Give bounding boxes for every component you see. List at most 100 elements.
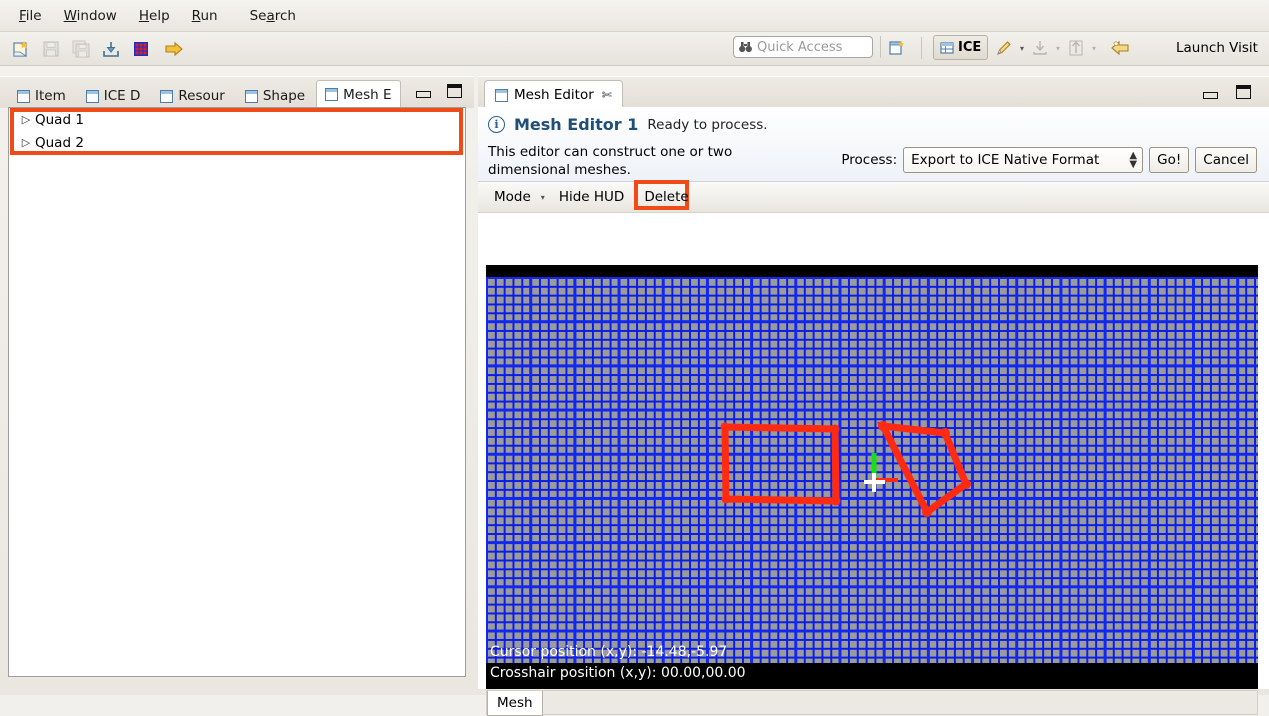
- chevron-down-icon[interactable]: ▾: [537, 193, 553, 202]
- back-arrow-icon[interactable]: [1108, 36, 1132, 60]
- quick-access-area: Quick Access: [733, 36, 888, 58]
- tab-ice-d-label: ICE D: [103, 88, 141, 104]
- launch-visit-button[interactable]: Launch Visit: [1176, 40, 1258, 56]
- menu-file[interactable]: File: [8, 6, 53, 26]
- editor-panel-controls: [1203, 85, 1251, 99]
- minimize-icon[interactable]: [416, 91, 431, 98]
- list-item[interactable]: ▷ Quad 2: [9, 131, 465, 154]
- quad-2-vertex: [961, 479, 971, 489]
- origin-axes: [871, 453, 898, 482]
- tab-item-label: Item: [35, 88, 66, 104]
- main-toolbar: Quick Access ICE ▾ ▾ ▾ Launch Visit: [0, 32, 1269, 66]
- tab-mesh-editor-label: Mesh Editor: [514, 87, 594, 103]
- editor-bottom-tab-bar: Mesh: [486, 690, 1258, 716]
- menu-window-rest: indow: [76, 7, 117, 24]
- left-tab-bar: Item ICE D Resour Shape Mesh E: [0, 76, 474, 108]
- tab-shape[interactable]: Shape: [236, 83, 314, 108]
- quad-1-vertex: [830, 424, 840, 434]
- mesh-elements-tree[interactable]: ▷ Quad 1 ▷ Quad 2: [8, 107, 466, 677]
- menu-run[interactable]: Run: [181, 6, 229, 26]
- minimize-icon[interactable]: [1203, 92, 1218, 99]
- editor-tab-bar: Mesh Editor ✄: [478, 76, 1269, 109]
- mesh-grid-icon[interactable]: [128, 36, 154, 62]
- toolbar-separator-2: [921, 36, 922, 59]
- menu-help[interactable]: Help: [128, 6, 181, 26]
- menu-window[interactable]: Window: [53, 6, 128, 26]
- hide-hud-button[interactable]: Hide HUD: [553, 187, 631, 207]
- editor-title-row: i Mesh Editor 1 Ready to process.: [488, 115, 1269, 134]
- toolbar-separator-1: [880, 36, 881, 58]
- cancel-button[interactable]: Cancel: [1195, 147, 1257, 173]
- expand-arrow-icon[interactable]: ▷: [17, 136, 35, 149]
- go-button[interactable]: Go!: [1149, 147, 1190, 173]
- menu-search[interactable]: Search: [239, 6, 307, 26]
- maximize-icon[interactable]: [1236, 85, 1251, 99]
- tab-item[interactable]: Item: [8, 83, 75, 108]
- tab-mesh-editor[interactable]: Mesh Editor ✄: [484, 80, 623, 109]
- perspective-bar: ICE: [884, 35, 989, 60]
- quick-access-input[interactable]: Quick Access: [733, 36, 873, 58]
- tab-ice-d[interactable]: ICE D: [77, 83, 150, 108]
- quad-1-vertex: [720, 422, 730, 432]
- hud-crosshair-position: Crosshair position (x,y): 00.00,00.00: [490, 665, 746, 681]
- editor-header: i Mesh Editor 1 Ready to process. This e…: [478, 107, 1269, 182]
- new-file-icon[interactable]: [8, 36, 34, 62]
- tab-mesh-elements[interactable]: Mesh E: [316, 80, 401, 108]
- process-select[interactable]: Export to ICE Native Format ▲ ▼: [903, 147, 1144, 173]
- quad-2-vertex: [940, 428, 950, 438]
- tab-mesh-elements-label: Mesh E: [343, 86, 392, 103]
- pencil-icon[interactable]: [992, 36, 1016, 60]
- info-icon: i: [488, 116, 505, 133]
- right-toolbar-icons: ▾ ▾ ▾: [992, 36, 1132, 60]
- toolbar-icon-group: [0, 36, 187, 62]
- download-icon: [1028, 36, 1052, 60]
- eclipse-ice-window: File Window Help Run Search Quick Access…: [0, 0, 1269, 716]
- tree-item-label: Quad 1: [35, 111, 84, 128]
- quad-2-shape: [876, 421, 971, 518]
- crosshair-marker: [864, 473, 885, 492]
- status-text: Ready to process.: [647, 116, 768, 133]
- chevron-updown-icon: ▲ ▼: [1129, 150, 1138, 170]
- mesh-canvas[interactable]: Cursor position (x,y): -14.48,-5.97 Cros…: [486, 265, 1258, 689]
- import-icon[interactable]: [98, 36, 124, 62]
- perspective-ice-label: ICE: [958, 40, 982, 55]
- delete-button-wrap: Delete: [634, 180, 692, 210]
- view-icon: [160, 89, 174, 103]
- menu-file-rest: ile: [25, 7, 42, 24]
- editor-description: This editor can construct one or two dim…: [488, 144, 733, 178]
- quad-1-vertex: [721, 494, 731, 504]
- view-icon: [325, 88, 339, 101]
- perspective-ice-button[interactable]: ICE: [933, 35, 989, 60]
- maximize-icon[interactable]: [447, 84, 462, 98]
- upload-dropdown-caret: ▾: [1091, 43, 1096, 53]
- open-perspective-icon[interactable]: [884, 35, 910, 60]
- binoculars-icon: [739, 41, 752, 53]
- left-view-stack: Item ICE D Resour Shape Mesh E ▷ Quad 1 …: [0, 76, 474, 689]
- mode-button[interactable]: Mode: [488, 187, 537, 207]
- delete-button[interactable]: Delete: [640, 187, 692, 207]
- tab-resources[interactable]: Resour: [151, 83, 233, 108]
- process-select-value: Export to ICE Native Format: [911, 152, 1100, 168]
- quad-2-vertex: [878, 421, 888, 431]
- menu-help-rest: elp: [149, 7, 170, 24]
- expand-arrow-icon[interactable]: ▷: [17, 113, 35, 126]
- editor-icon: [495, 88, 508, 102]
- quad-1-shape: [721, 423, 840, 505]
- tab-shape-label: Shape: [262, 88, 306, 104]
- mesh-mode-toolbar: Mode ▾ Hide HUD Delete: [478, 180, 1269, 213]
- save-all-icon: [68, 36, 94, 62]
- tree-item-label: Quad 2: [35, 134, 84, 151]
- mesh-editor-panel: Mesh Editor ✄ i Mesh Editor 1 Ready to p…: [478, 76, 1269, 716]
- save-icon: [38, 36, 64, 62]
- close-icon[interactable]: ✄: [602, 88, 612, 102]
- left-tab-list: Item ICE D Resour Shape Mesh E: [0, 77, 474, 108]
- pencil-dropdown-caret[interactable]: ▾: [1016, 36, 1028, 60]
- process-label: Process:: [841, 152, 898, 168]
- quick-access-placeholder: Quick Access: [757, 39, 843, 55]
- list-item[interactable]: ▷ Quad 1: [9, 108, 465, 131]
- run-arrow-icon[interactable]: [161, 36, 187, 62]
- menu-search-rest: rch: [274, 7, 296, 24]
- view-icon: [85, 89, 99, 103]
- quad-2-vertex: [922, 507, 932, 517]
- menu-bar: File Window Help Run Search: [0, 0, 1269, 32]
